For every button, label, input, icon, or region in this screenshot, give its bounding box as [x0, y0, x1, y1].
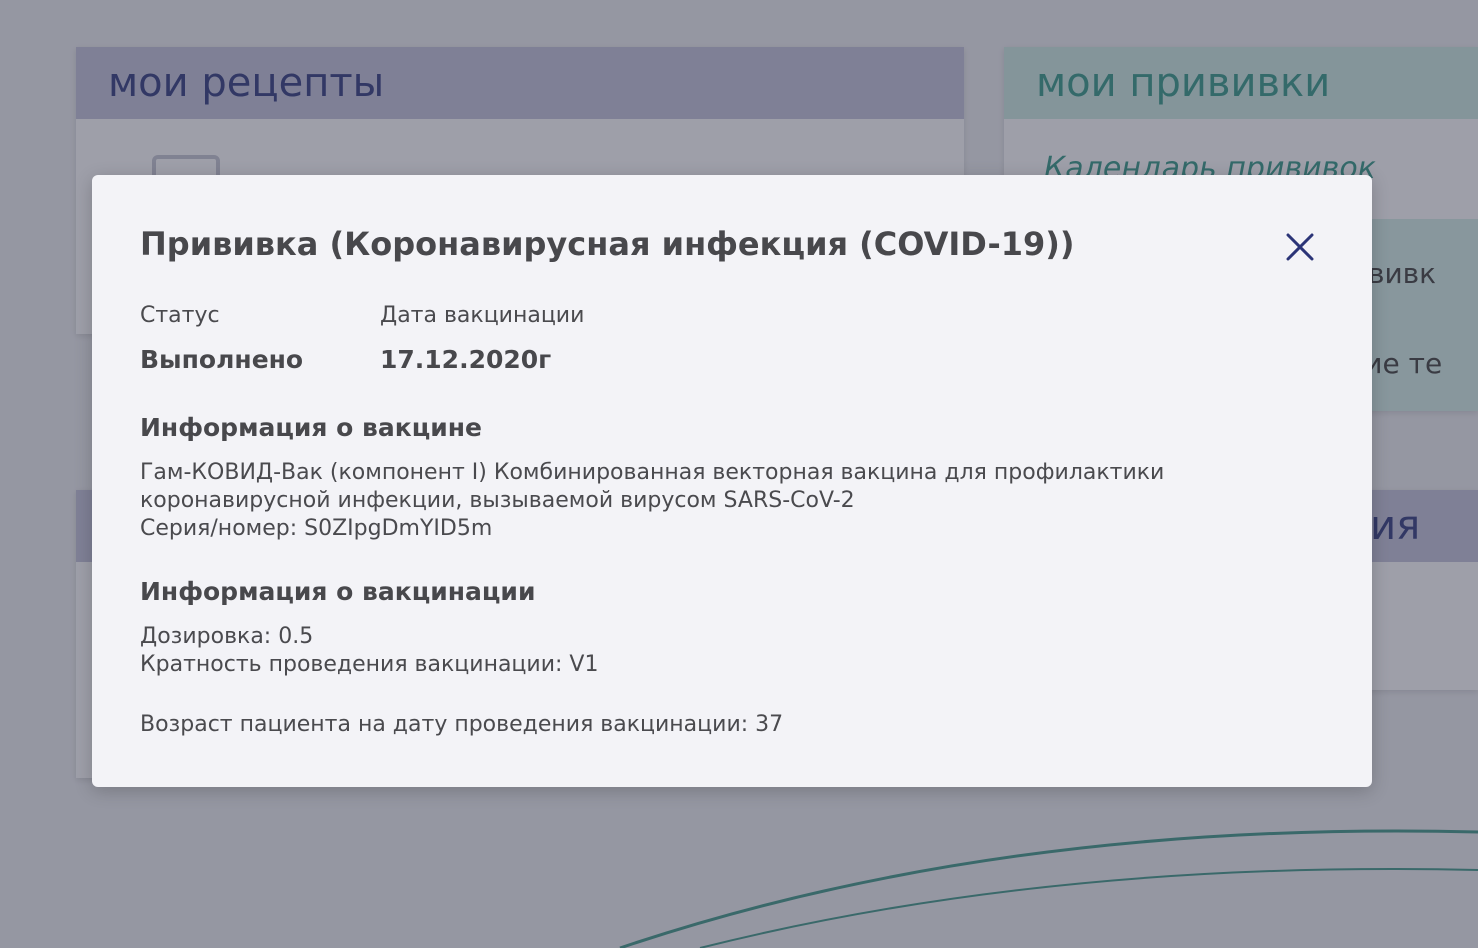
vaccination-info-heading: Информация о вакцинации	[140, 577, 536, 606]
close-icon	[1286, 233, 1314, 261]
vaccination-date-label: Дата вакцинации	[380, 303, 585, 328]
patient-age-text: Возраст пациента на дату проведения вакц…	[140, 712, 784, 737]
modal-title: Прививка (Коронавирусная инфекция (COVID…	[140, 225, 1075, 263]
status-value: Выполнено	[140, 345, 304, 374]
vaccine-series-number: Серия/номер: S0ZIpgDmYID5m	[140, 516, 493, 541]
dosage-text: Дозировка: 0.5	[140, 624, 314, 649]
close-button[interactable]	[1280, 227, 1320, 267]
vaccine-name-line: коронавирусной инфекции, вызываемой виру…	[140, 488, 855, 513]
vaccine-name-line: Гам-КОВИД-Вак (компонент I) Комбинирован…	[140, 460, 1165, 485]
vaccination-date-value: 17.12.2020г	[380, 345, 552, 374]
multiplicity-text: Кратность проведения вакцинации: V1	[140, 652, 599, 677]
vaccination-details-modal: Прививка (Коронавирусная инфекция (COVID…	[92, 175, 1372, 787]
status-label: Статус	[140, 303, 220, 328]
vaccine-info-heading: Информация о вакцине	[140, 413, 482, 442]
